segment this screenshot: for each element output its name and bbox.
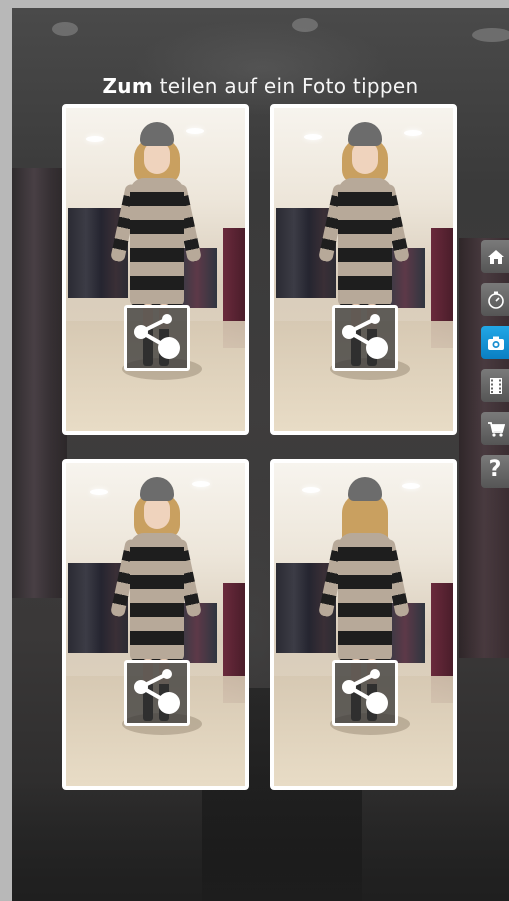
model-figure	[317, 477, 410, 777]
home-icon	[488, 250, 504, 264]
side-menu-home[interactable]	[481, 240, 509, 273]
side-menu-help[interactable]: ?	[481, 455, 509, 488]
side-menu-timer[interactable]	[481, 283, 509, 316]
heading-bold: Zum	[102, 74, 153, 98]
photo-card-1[interactable]	[62, 104, 249, 435]
timer-icon	[488, 291, 504, 309]
side-menu-film[interactable]	[481, 369, 509, 402]
ceiling-light	[86, 136, 104, 142]
share-icon	[342, 669, 388, 714]
photo-card-2[interactable]	[270, 104, 457, 435]
share-icon	[134, 669, 180, 714]
ceiling-light	[292, 18, 318, 32]
ceiling-light	[90, 489, 108, 495]
ceiling-light	[52, 22, 78, 36]
ceiling-light	[404, 130, 422, 136]
side-menu-cart[interactable]	[481, 412, 509, 445]
share-icon	[342, 314, 388, 359]
window-frame-left	[0, 0, 12, 901]
ceiling-light	[472, 28, 509, 42]
model-figure	[109, 122, 202, 422]
background-clothing-rack	[12, 168, 67, 598]
cart-icon	[488, 422, 505, 437]
side-menu-camera[interactable]	[481, 326, 509, 359]
photo-card-3[interactable]	[62, 459, 249, 790]
side-menu: ?	[481, 240, 509, 498]
model-figure	[109, 477, 202, 777]
help-icon: ?	[488, 457, 502, 482]
share-button[interactable]	[124, 660, 190, 726]
share-button[interactable]	[332, 660, 398, 726]
share-button[interactable]	[332, 305, 398, 371]
background-floor	[12, 781, 509, 901]
ceiling-light	[304, 134, 322, 140]
model-figure	[317, 122, 410, 422]
share-icon	[134, 314, 180, 359]
ceiling-light	[402, 483, 420, 489]
share-button[interactable]	[124, 305, 190, 371]
film-icon	[490, 378, 502, 394]
window-frame-top	[0, 0, 509, 8]
photo-card-4[interactable]	[270, 459, 457, 790]
ceiling-light	[302, 487, 320, 493]
page-heading: Zum teilen auf ein Foto tippen	[12, 74, 509, 98]
camera-icon	[488, 336, 504, 350]
heading-text: teilen auf ein Foto tippen	[159, 74, 419, 98]
